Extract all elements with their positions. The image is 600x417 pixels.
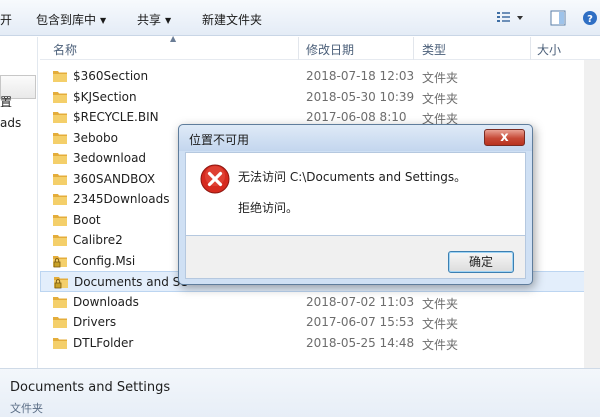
- new-folder-label: 新建文件夹: [202, 13, 263, 27]
- folder-icon: [53, 192, 67, 208]
- file-name: 3ebobo: [73, 130, 118, 145]
- folder-icon: [53, 151, 67, 167]
- svg-text:?: ?: [587, 14, 593, 25]
- nav-item-label[interactable]: 置: [0, 93, 12, 110]
- column-divider[interactable]: [530, 37, 531, 60]
- folder-icon: [53, 315, 67, 331]
- file-name: Drivers: [73, 315, 117, 329]
- folder-icon: [53, 295, 67, 311]
- file-name: $360Section: [73, 69, 149, 83]
- column-header-row: ▲ 名称 修改日期 类型 大小: [40, 34, 600, 60]
- dialog-button-bar: 确定: [185, 236, 526, 279]
- view-options-icon[interactable]: [496, 10, 526, 29]
- file-date: 2017-06-08 8:10: [306, 110, 407, 124]
- file-date: 2018-07-18 12:03: [306, 69, 415, 83]
- locked-folder-icon: [53, 254, 67, 271]
- file-name: $RECYCLE.BIN: [73, 110, 159, 124]
- error-detail: 拒绝访问。: [238, 201, 299, 215]
- file-name: Config.Msi: [73, 253, 136, 268]
- file-name: Downloads: [73, 294, 139, 309]
- share-label: 共享: [137, 13, 162, 27]
- column-header-type[interactable]: 类型: [422, 41, 446, 57]
- file-name: 360SANDBOX: [73, 171, 156, 186]
- error-message: 无法访问 C:\Documents and Settings。: [238, 170, 467, 184]
- list-item[interactable]: Drivers 2017-06-07 15:53 文件夹: [40, 312, 600, 333]
- nav-item-label[interactable]: ads: [0, 116, 21, 130]
- list-item[interactable]: DTLFolder 2018-05-25 14:48 文件夹: [40, 333, 600, 354]
- column-header-date[interactable]: 修改日期: [306, 41, 354, 57]
- folder-icon: [53, 131, 67, 147]
- file-date: 2018-07-02 11:03: [306, 294, 415, 309]
- column-header-name[interactable]: 名称: [53, 41, 77, 57]
- location-unavailable-dialog: 位置不可用 x 无法访问 C:\Documents and Settings。 …: [178, 124, 533, 285]
- file-name: 3edownload: [73, 151, 147, 165]
- file-date: 2018-05-30 10:39: [306, 89, 415, 104]
- file-type: 文件夹: [422, 337, 459, 352]
- details-item-name: Documents and Settings: [10, 380, 171, 395]
- open-button-label: 开: [0, 13, 13, 27]
- share-button[interactable]: 共享 ▼: [137, 11, 171, 28]
- file-name: Documents and Se: [74, 275, 188, 289]
- file-name: 2345Downloads: [73, 192, 170, 206]
- file-name: DTLFolder: [73, 335, 134, 350]
- new-folder-button[interactable]: 新建文件夹: [202, 11, 262, 28]
- column-divider[interactable]: [298, 37, 299, 60]
- folder-icon: [53, 172, 67, 188]
- command-bar: 开 包含到库中 ▼ 共享 ▼ 新建文件夹 ?: [0, 0, 600, 36]
- list-item[interactable]: Downloads 2018-07-02 11:03 文件夹: [40, 292, 600, 313]
- preview-pane-icon[interactable]: [550, 10, 566, 29]
- file-name: Calibre2: [73, 233, 123, 247]
- chevron-down-icon: ▼: [100, 16, 107, 25]
- file-type: 文件夹: [422, 91, 459, 106]
- locked-folder-icon: [54, 275, 68, 292]
- file-name: $KJSection: [73, 89, 137, 104]
- error-icon: [200, 164, 230, 197]
- include-in-library-button[interactable]: 包含到库中 ▼: [36, 11, 106, 28]
- dialog-content: 无法访问 C:\Documents and Settings。 拒绝访问。: [185, 152, 526, 236]
- folder-icon: [53, 233, 67, 249]
- column-divider[interactable]: [413, 37, 414, 60]
- folder-icon: [53, 69, 67, 85]
- close-icon: x: [500, 130, 509, 145]
- sort-ascending-icon: ▲: [170, 34, 177, 43]
- file-date: 2018-05-25 14:48: [306, 335, 415, 350]
- folder-icon: [53, 213, 67, 229]
- list-item[interactable]: $KJSection 2018-05-30 10:39 文件夹: [40, 87, 600, 108]
- navigation-pane[interactable]: 置 ads: [0, 37, 38, 368]
- file-type: 文件夹: [422, 296, 459, 311]
- include-in-library-label: 包含到库中: [36, 13, 97, 27]
- file-name: Boot: [73, 212, 101, 227]
- dialog-titlebar[interactable]: 位置不可用 x: [179, 125, 532, 151]
- file-type: 文件夹: [422, 317, 459, 331]
- details-pane: Documents and Settings 文件夹: [0, 368, 600, 417]
- open-button[interactable]: 开: [0, 11, 12, 28]
- details-item-type: 文件夹: [10, 402, 43, 415]
- folder-icon: [53, 90, 67, 106]
- dialog-title: 位置不可用: [189, 133, 250, 147]
- list-item[interactable]: $360Section 2018-07-18 12:03 文件夹: [40, 66, 600, 87]
- folder-icon: [53, 336, 67, 352]
- file-type: 文件夹: [422, 71, 459, 85]
- vertical-scrollbar[interactable]: [584, 60, 600, 368]
- ok-button[interactable]: 确定: [448, 251, 514, 273]
- chevron-down-icon: ▼: [165, 16, 172, 25]
- folder-icon: [53, 110, 67, 126]
- close-button[interactable]: x: [484, 129, 525, 146]
- file-date: 2017-06-07 15:53: [306, 315, 415, 329]
- column-header-size[interactable]: 大小: [537, 41, 561, 57]
- help-icon[interactable]: ?: [582, 10, 598, 29]
